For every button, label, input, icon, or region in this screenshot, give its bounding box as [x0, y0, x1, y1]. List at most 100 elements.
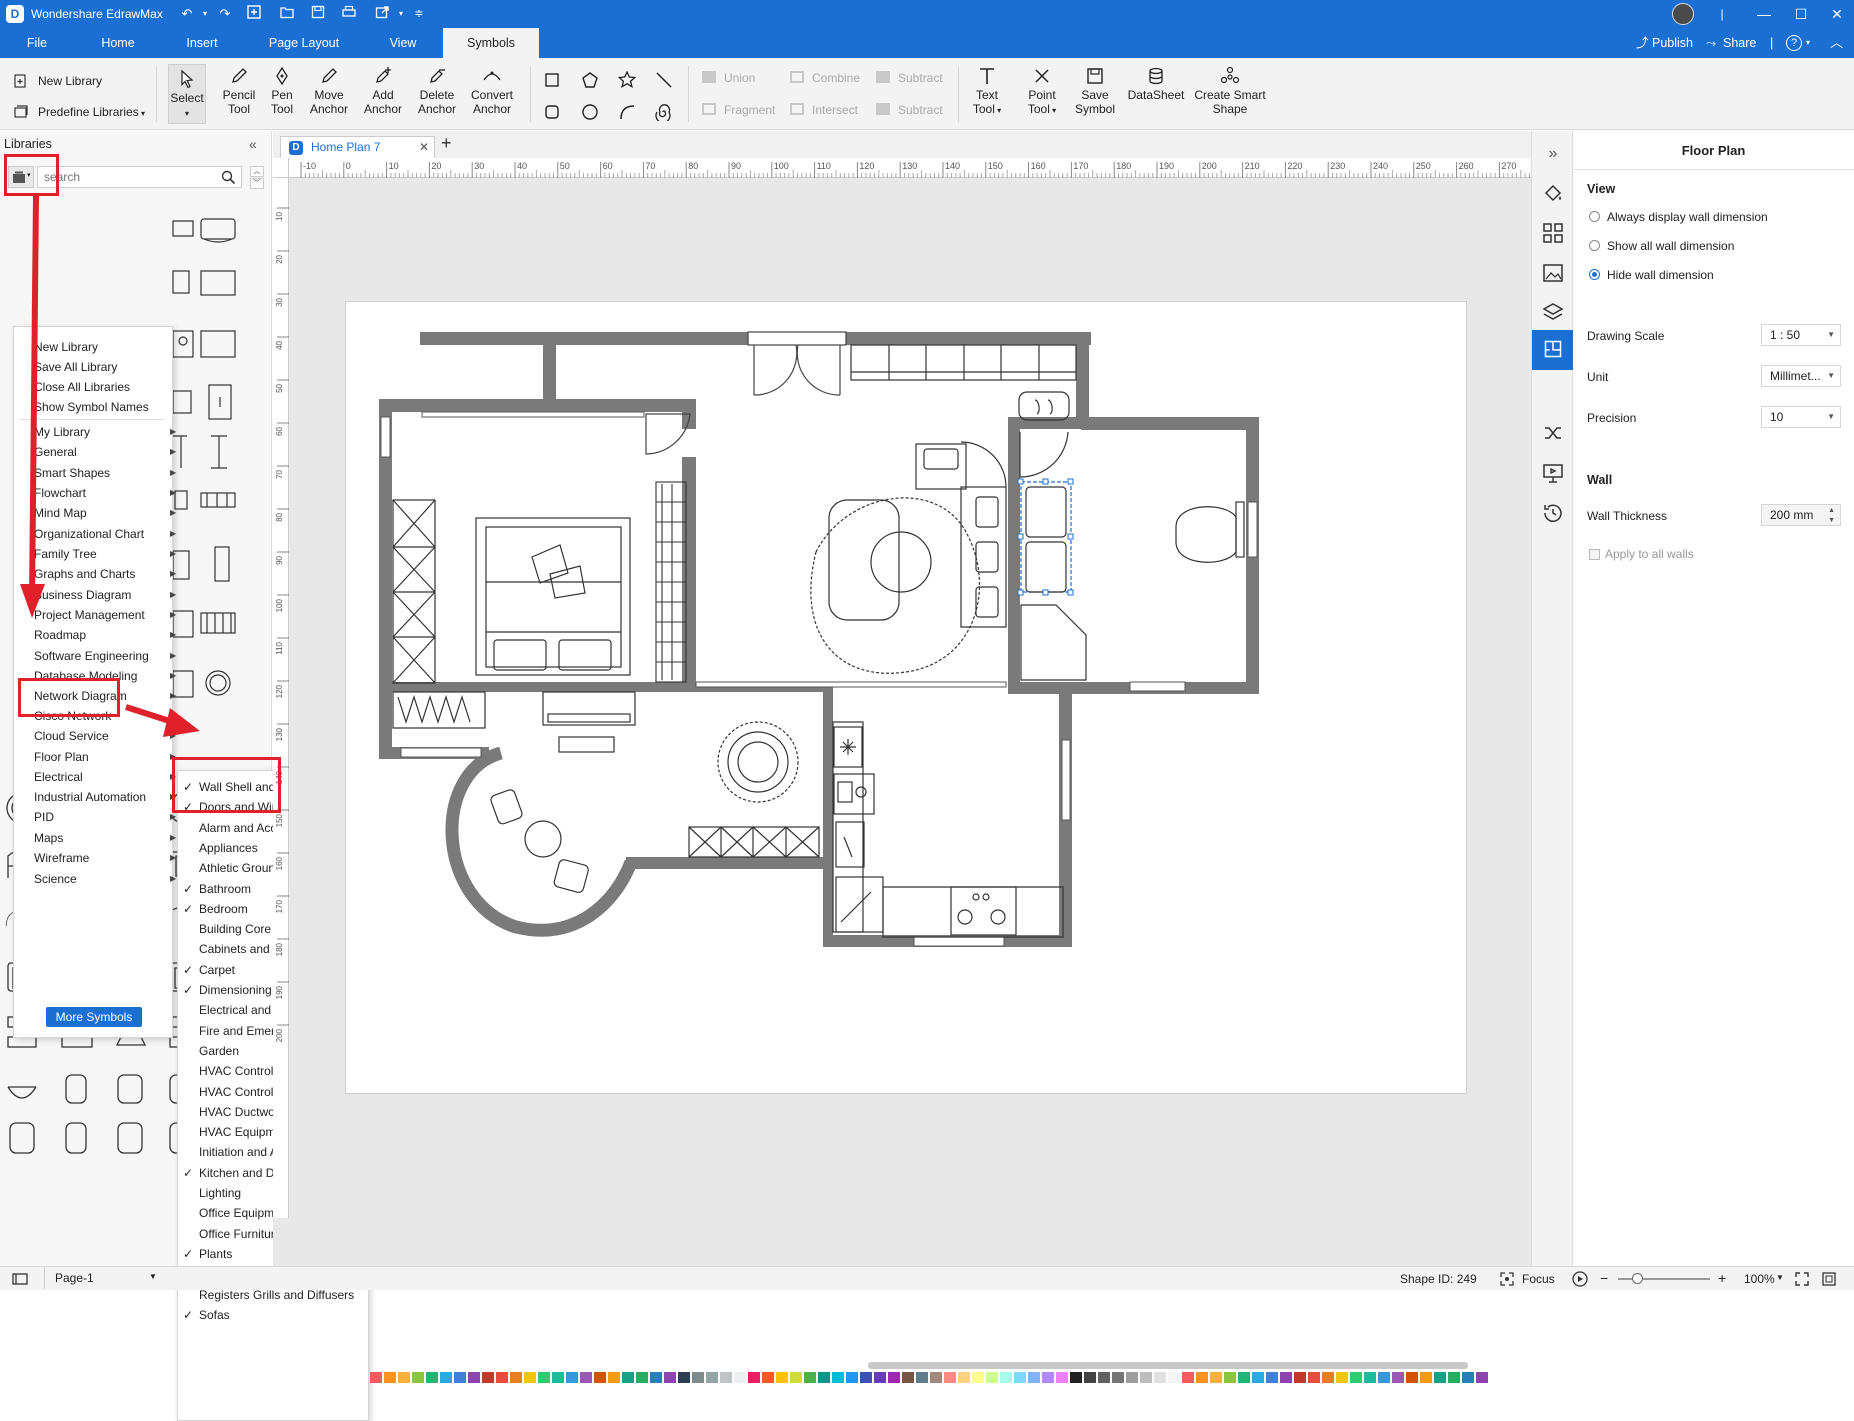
presentation-icon[interactable]	[1541, 461, 1565, 485]
unit-select[interactable]: Millimet... ▼	[1761, 365, 1841, 387]
color-swatch[interactable]	[1448, 1372, 1460, 1383]
color-swatch[interactable]	[1210, 1372, 1222, 1383]
color-palette[interactable]	[370, 1371, 1530, 1385]
page-selector[interactable]: Page-1 ▼	[44, 1267, 160, 1289]
color-swatch[interactable]	[902, 1372, 914, 1383]
pen-tool-button[interactable]: Pen Tool	[263, 66, 301, 116]
color-swatch[interactable]	[1056, 1372, 1068, 1383]
color-swatch[interactable]	[678, 1372, 690, 1383]
color-swatch[interactable]	[734, 1372, 746, 1383]
color-swatch[interactable]	[1112, 1372, 1124, 1383]
library-menu-item-electrical[interactable]: Electrical ▶	[34, 767, 176, 787]
color-swatch[interactable]	[860, 1372, 872, 1383]
spiral-shape-icon[interactable]	[655, 103, 673, 121]
library-menu-item-save-all-library[interactable]: Save All Library	[34, 357, 117, 377]
save-symbol-button[interactable]: Save Symbol	[1074, 66, 1116, 116]
color-swatch[interactable]	[496, 1372, 508, 1383]
floor-plan-properties-tab[interactable]	[1532, 330, 1574, 370]
minimize-icon[interactable]: —	[1749, 5, 1779, 23]
star-shape-icon[interactable]	[618, 71, 636, 89]
expand-panel-icon[interactable]: »	[1541, 145, 1565, 169]
floor-plan-drawing[interactable]	[346, 302, 1466, 1093]
library-menu-item-smart-shapes[interactable]: Smart Shapes ▶	[34, 463, 176, 483]
color-swatch[interactable]	[454, 1372, 466, 1383]
focus-button[interactable]: Focus	[1522, 1272, 1555, 1286]
intersect-button[interactable]: Intersect	[790, 100, 858, 120]
color-swatch[interactable]	[1420, 1372, 1432, 1383]
add-anchor-button[interactable]: Add Anchor	[360, 66, 406, 116]
color-swatch[interactable]	[748, 1372, 760, 1383]
library-menu-item-wireframe[interactable]: Wireframe ▶	[34, 848, 176, 868]
color-swatch[interactable]	[384, 1372, 396, 1383]
convert-anchor-button[interactable]: Convert Anchor	[468, 66, 516, 116]
new-icon[interactable]	[247, 5, 265, 23]
line-shape-icon[interactable]	[655, 71, 673, 89]
datasheet-button[interactable]: DataSheet	[1126, 66, 1186, 102]
document-tab[interactable]: D Home Plan 7 ✕	[280, 136, 435, 158]
color-swatch[interactable]	[1336, 1372, 1348, 1383]
color-swatch[interactable]	[944, 1372, 956, 1383]
tab-insert[interactable]: Insert	[176, 28, 228, 58]
library-menu-item-organizational-chart[interactable]: Organizational Chart ▶	[34, 524, 176, 544]
search-icon[interactable]	[221, 170, 236, 185]
scroll-up-arrow-icon[interactable]: ︿	[250, 166, 264, 177]
color-swatch[interactable]	[1126, 1372, 1138, 1383]
color-swatch[interactable]	[706, 1372, 718, 1383]
library-menu-item-close-all-libraries[interactable]: Close All Libraries	[34, 377, 130, 397]
pentagon-shape-icon[interactable]	[581, 71, 599, 89]
library-menu-item-business-diagram[interactable]: Business Diagram ▶	[34, 585, 176, 605]
color-swatch[interactable]	[622, 1372, 634, 1383]
library-menu-item-software-engineering[interactable]: Software Engineering ▶	[34, 646, 176, 666]
color-swatch[interactable]	[1252, 1372, 1264, 1383]
color-swatch[interactable]	[566, 1372, 578, 1383]
color-swatch[interactable]	[482, 1372, 494, 1383]
color-swatch[interactable]	[776, 1372, 788, 1383]
library-menu-item-industrial-automation[interactable]: Industrial Automation ▶	[34, 787, 176, 807]
library-menu-item-maps[interactable]: Maps ▶	[34, 828, 176, 848]
help-dropdown-icon[interactable]: ▾	[1806, 28, 1810, 58]
submenu-item-athletic-ground[interactable]: Athletic Ground	[199, 858, 282, 878]
delete-anchor-button[interactable]: Delete Anchor	[414, 66, 460, 116]
rectangle-shape-icon[interactable]	[544, 72, 560, 88]
library-menu-item-new-library[interactable]: New Library	[34, 337, 98, 357]
export-dropdown-icon[interactable]: ▾	[392, 5, 410, 23]
tab-home[interactable]: Home	[90, 28, 146, 58]
library-menu-item-family-tree[interactable]: Family Tree ▶	[34, 544, 176, 564]
tab-view[interactable]: View	[378, 28, 428, 58]
color-swatch[interactable]	[762, 1372, 774, 1383]
close-icon[interactable]: ✕	[1822, 5, 1852, 23]
share-button[interactable]: Share	[1723, 28, 1756, 58]
color-swatch[interactable]	[370, 1372, 382, 1383]
new-library-button[interactable]: New Library	[14, 71, 102, 91]
library-menu-item-general[interactable]: General ▶	[34, 442, 176, 462]
zoom-in-button[interactable]: +	[1718, 1270, 1726, 1286]
submenu-item-appliances[interactable]: Appliances	[199, 838, 258, 858]
share-icon[interactable]: ⤳	[1706, 28, 1716, 58]
submenu-item-plants[interactable]: ✓ Plants	[183, 1244, 232, 1264]
shuffle-icon[interactable]	[1541, 421, 1565, 445]
color-swatch[interactable]	[1014, 1372, 1026, 1383]
submenu-item-bedroom[interactable]: ✓ Bedroom	[183, 899, 248, 919]
color-swatch[interactable]	[1182, 1372, 1194, 1383]
submenu-item-carpet[interactable]: ✓ Carpet	[183, 960, 235, 980]
tab-symbols[interactable]: Symbols	[443, 28, 539, 58]
color-swatch[interactable]	[1168, 1372, 1180, 1383]
rounded-rectangle-shape-icon[interactable]	[544, 104, 560, 120]
color-swatch[interactable]	[1042, 1372, 1054, 1383]
text-tool-button[interactable]: Text Tool ▾	[968, 66, 1006, 118]
color-swatch[interactable]	[888, 1372, 900, 1383]
tab-page-layout[interactable]: Page Layout	[262, 28, 346, 58]
color-swatch[interactable]	[1280, 1372, 1292, 1383]
save-icon[interactable]	[311, 5, 329, 23]
color-swatch[interactable]	[426, 1372, 438, 1383]
horizontal-scrollbar[interactable]	[868, 1362, 1468, 1369]
color-swatch[interactable]	[1406, 1372, 1418, 1383]
zoom-out-button[interactable]: −	[1600, 1270, 1608, 1286]
open-folder-icon[interactable]	[280, 5, 298, 23]
zoom-slider-handle[interactable]	[1632, 1273, 1643, 1284]
publish-button[interactable]: Publish	[1652, 28, 1693, 58]
drawing-scale-select[interactable]: 1 : 50 ▼	[1761, 324, 1841, 346]
color-swatch[interactable]	[1154, 1372, 1166, 1383]
play-icon[interactable]	[1572, 1271, 1588, 1287]
union-button[interactable]: Union	[702, 68, 755, 88]
